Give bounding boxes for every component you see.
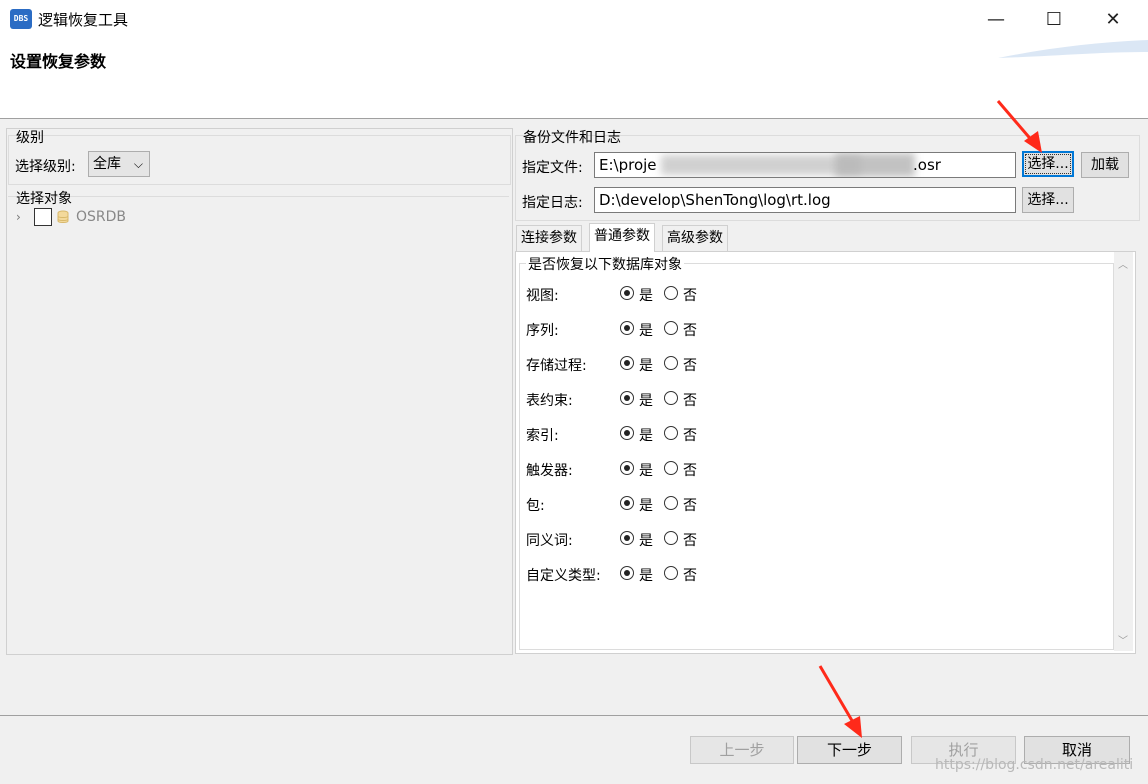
object-group-title: 选择对象 [16, 191, 72, 207]
log-path-field[interactable]: D:\develop\ShenTong\log\rt.log [594, 187, 1016, 213]
tab-advanced-params[interactable]: 高级参数 [662, 225, 728, 251]
tab-normal-params[interactable]: 普通参数 [589, 223, 655, 252]
maximize-icon: ☐ [1045, 8, 1063, 30]
close-window-button[interactable]: ✕ [1084, 0, 1142, 38]
radio-yes-label[interactable]: 是 [639, 355, 653, 375]
radio-no-label[interactable]: 否 [683, 425, 697, 445]
radio-no[interactable] [664, 566, 678, 580]
option-label: 触发器: [526, 463, 573, 479]
restore-objects-title: 是否恢复以下数据库对象 [526, 254, 684, 274]
radio-no-label[interactable]: 否 [683, 390, 697, 410]
radio-yes[interactable] [620, 321, 634, 335]
page-title: 设置恢复参数 [10, 52, 107, 71]
backup-group-title: 备份文件和日志 [523, 130, 621, 146]
window-title: 逻辑恢复工具 [38, 11, 129, 29]
radio-yes-label[interactable]: 是 [639, 530, 653, 550]
radio-no[interactable] [664, 426, 678, 440]
radio-yes-label[interactable]: 是 [639, 320, 653, 340]
radio-yes[interactable] [620, 286, 634, 300]
option-label: 同义词: [526, 533, 573, 549]
file-path-end: .osr [913, 156, 941, 174]
radio-no[interactable] [664, 321, 678, 335]
tab-connection-params[interactable]: 连接参数 [516, 225, 582, 251]
chevron-right-icon[interactable]: › [16, 210, 21, 224]
level-select-value: 全库 [93, 156, 121, 172]
level-label: 选择级别: [15, 159, 76, 175]
database-icon [57, 210, 69, 223]
prev-button[interactable]: 上一步 [690, 736, 794, 764]
radio-yes[interactable] [620, 426, 634, 440]
annotation-arrow-icon [996, 100, 1042, 153]
scroll-down-icon[interactable]: ﹀ [1118, 632, 1128, 647]
log-label: 指定日志: [522, 195, 583, 211]
file-path-start: E:\proje [599, 156, 657, 174]
radio-yes-label[interactable]: 是 [639, 390, 653, 410]
radio-no[interactable] [664, 391, 678, 405]
radio-yes-label[interactable]: 是 [639, 495, 653, 515]
file-path-field[interactable]: E:\proje .osr [594, 152, 1016, 178]
radio-no[interactable] [664, 286, 678, 300]
option-label: 序列: [526, 323, 559, 339]
wizard-header [0, 38, 1148, 118]
annotation-arrow-icon [818, 665, 862, 738]
close-icon: ✕ [1105, 8, 1121, 30]
radio-no-label[interactable]: 否 [683, 460, 697, 480]
minimize-button[interactable]: — [967, 0, 1025, 38]
option-label: 存储过程: [526, 358, 587, 374]
radio-no[interactable] [664, 496, 678, 510]
radio-yes-label[interactable]: 是 [639, 285, 653, 305]
radio-no-label[interactable]: 否 [683, 565, 697, 585]
tree-checkbox[interactable] [34, 208, 52, 226]
vertical-scrollbar[interactable]: ︿ ﹀ [1114, 252, 1133, 651]
banner-decoration [998, 40, 1148, 58]
load-button[interactable]: 加载 [1081, 152, 1129, 178]
option-label: 索引: [526, 428, 559, 444]
radio-no-label[interactable]: 否 [683, 495, 697, 515]
radio-no-label[interactable]: 否 [683, 285, 697, 305]
radio-no[interactable] [664, 461, 678, 475]
maximize-button[interactable]: ☐ [1025, 0, 1083, 38]
radio-yes[interactable] [620, 356, 634, 370]
tree-item-label[interactable]: OSRDB [76, 209, 126, 225]
redaction-blur [835, 153, 915, 177]
redaction-blur [661, 155, 861, 175]
radio-no-label[interactable]: 否 [683, 320, 697, 340]
choose-file-label: 选择... [1025, 154, 1071, 174]
option-label: 表约束: [526, 393, 573, 409]
chevron-down-icon: ⌵ [133, 157, 143, 171]
radio-yes[interactable] [620, 461, 634, 475]
level-group-title: 级别 [16, 130, 44, 146]
radio-yes[interactable] [620, 496, 634, 510]
watermark: https://blog.csdn.net/arealiti [935, 757, 1134, 773]
app-icon: DBS [10, 9, 32, 29]
radio-yes-label[interactable]: 是 [639, 460, 653, 480]
level-select[interactable]: 全库 ⌵ [88, 151, 150, 177]
minimize-icon: — [987, 8, 1005, 30]
scroll-up-icon[interactable]: ︿ [1118, 256, 1128, 271]
restore-objects-group [519, 263, 1114, 650]
radio-no-label[interactable]: 否 [683, 530, 697, 550]
radio-yes[interactable] [620, 391, 634, 405]
object-group [8, 196, 509, 652]
choose-log-button[interactable]: 选择... [1022, 187, 1074, 213]
radio-yes-label[interactable]: 是 [639, 565, 653, 585]
level-group [8, 135, 511, 185]
radio-no[interactable] [664, 531, 678, 545]
radio-no-label[interactable]: 否 [683, 355, 697, 375]
option-label: 自定义类型: [526, 568, 601, 584]
option-label: 视图: [526, 288, 559, 304]
radio-yes[interactable] [620, 531, 634, 545]
file-label: 指定文件: [522, 160, 583, 176]
option-label: 包: [526, 498, 545, 514]
radio-no[interactable] [664, 356, 678, 370]
radio-yes-label[interactable]: 是 [639, 425, 653, 445]
radio-yes[interactable] [620, 566, 634, 580]
